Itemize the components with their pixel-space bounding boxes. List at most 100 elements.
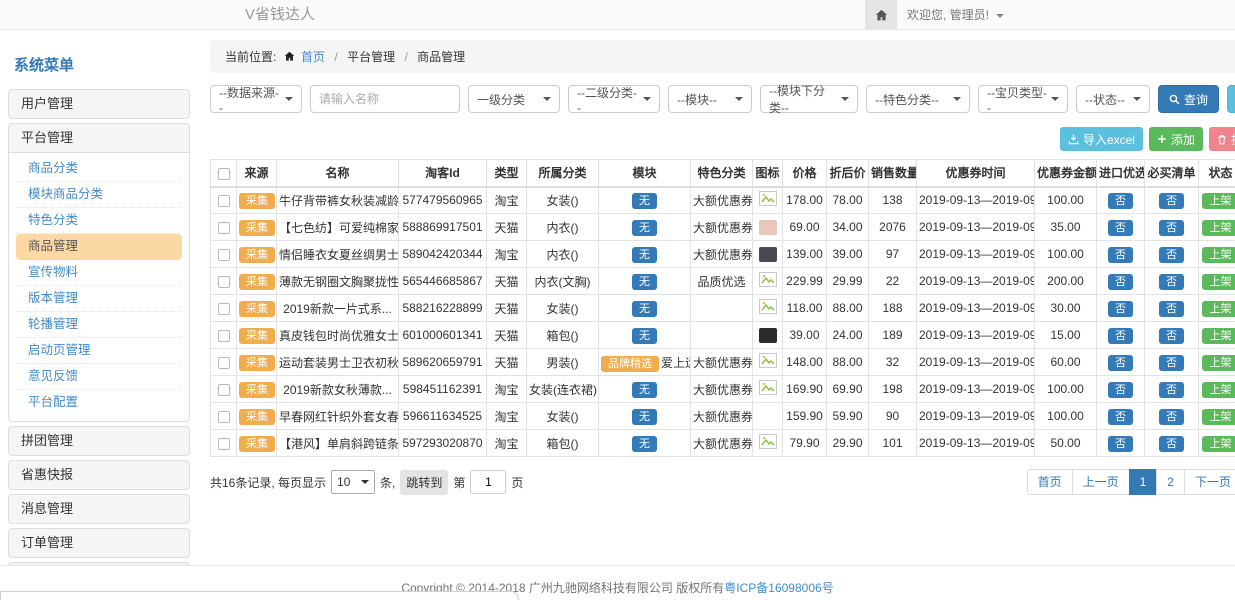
home-button[interactable] — [865, 0, 897, 30]
unit-text: 条, — [380, 474, 395, 491]
row-checkbox[interactable] — [218, 276, 230, 288]
discount-price-cell: 29.90 — [827, 430, 869, 457]
status-on-badge[interactable]: 上架 — [1202, 247, 1235, 263]
import-no-badge[interactable]: 否 — [1108, 301, 1133, 317]
must-buy-no-badge[interactable]: 否 — [1159, 409, 1184, 425]
page-button[interactable]: 1 — [1129, 469, 1158, 495]
chevron-down-icon — [361, 480, 369, 484]
user-menu[interactable]: 欢迎您, 管理员! — [907, 0, 1004, 30]
page-number-input[interactable] — [470, 470, 506, 494]
filter-select[interactable]: --宝贝类型-- — [978, 85, 1068, 113]
icon-cell — [753, 403, 783, 430]
page-button[interactable]: 2 — [1156, 469, 1185, 495]
sidebar-section-5[interactable]: 消息管理 — [8, 494, 190, 524]
select-all-checkbox[interactable] — [218, 168, 230, 180]
batch-delete-button[interactable]: 批量删除 — [1209, 127, 1235, 151]
import-excel-button[interactable]: 导入excel — [1060, 127, 1143, 151]
status-on-badge[interactable]: 上架 — [1202, 274, 1235, 290]
page-button[interactable]: 上一页 — [1072, 469, 1130, 495]
status-on-badge[interactable]: 上架 — [1202, 193, 1235, 209]
must-buy-no-badge[interactable]: 否 — [1159, 355, 1184, 371]
row-checkbox[interactable] — [218, 330, 230, 342]
must-buy-no-badge[interactable]: 否 — [1159, 193, 1184, 209]
sidebar-section-6[interactable]: 订单管理 — [8, 528, 190, 558]
status-on-badge[interactable]: 上架 — [1202, 409, 1235, 425]
page-button[interactable]: 下一页 — [1184, 469, 1235, 495]
row-checkbox[interactable] — [218, 195, 230, 207]
must-buy-no-badge[interactable]: 否 — [1159, 274, 1184, 290]
import-no-badge[interactable]: 否 — [1108, 328, 1133, 344]
sidebar-item[interactable]: 宣传物料 — [16, 260, 182, 286]
sidebar-item[interactable]: 特色分类 — [16, 208, 182, 234]
filter-select[interactable]: --二级分类-- — [568, 85, 660, 113]
status-cell: 上架 — [1199, 241, 1235, 268]
jump-button[interactable]: 跳转到 — [400, 470, 448, 495]
sidebar-item[interactable]: 商品管理 — [16, 234, 182, 260]
sidebar-item[interactable]: 意见反馈 — [16, 364, 182, 390]
sidebar-section-3[interactable]: 拼团管理 — [8, 426, 190, 456]
special-category-cell — [691, 322, 753, 349]
sales-cell: 101 — [869, 430, 917, 457]
import-no-badge[interactable]: 否 — [1108, 355, 1133, 371]
must-buy-no-badge[interactable]: 否 — [1159, 301, 1184, 317]
sidebar-item[interactable]: 平台配置 — [16, 390, 182, 416]
module-extra-text: 爱上运动 — [661, 356, 691, 370]
row-checkbox[interactable] — [218, 357, 230, 369]
per-page-select[interactable]: 10 — [331, 470, 375, 494]
import-no-badge[interactable]: 否 — [1108, 436, 1133, 452]
row-checkbox[interactable] — [218, 411, 230, 423]
status-on-badge[interactable]: 上架 — [1202, 301, 1235, 317]
row-checkbox[interactable] — [218, 438, 230, 450]
row-checkbox[interactable] — [218, 384, 230, 396]
sidebar-section-4[interactable]: 省惠快报 — [8, 460, 190, 490]
sidebar-item[interactable]: 启动页管理 — [16, 338, 182, 364]
must-buy-no-badge[interactable]: 否 — [1159, 382, 1184, 398]
row-checkbox[interactable] — [218, 303, 230, 315]
filter-select[interactable]: 一级分类 — [468, 85, 560, 113]
source-cell: 采集 — [237, 268, 277, 295]
import-no-badge[interactable]: 否 — [1108, 409, 1133, 425]
import-no-badge[interactable]: 否 — [1108, 220, 1133, 236]
sidebar-item[interactable]: 轮播管理 — [16, 312, 182, 338]
source-badge: 采集 — [239, 355, 275, 371]
filter-select[interactable]: --模块下分类-- — [760, 85, 858, 113]
coupon-amount-cell: 100.00 — [1035, 187, 1097, 214]
filter-select[interactable]: --数据来源-- — [210, 85, 302, 113]
name-search-input[interactable] — [310, 85, 460, 113]
sidebar-section-2[interactable]: 平台管理 — [8, 123, 190, 153]
import-no-badge[interactable]: 否 — [1108, 193, 1133, 209]
status-on-badge[interactable]: 上架 — [1202, 436, 1235, 452]
must-buy-no-badge[interactable]: 否 — [1159, 436, 1184, 452]
must-buy-no-badge[interactable]: 否 — [1159, 220, 1184, 236]
status-on-badge[interactable]: 上架 — [1202, 355, 1235, 371]
sidebar-item[interactable]: 版本管理 — [16, 286, 182, 312]
reset-button[interactable]: 重置 — [1227, 85, 1235, 113]
import-no-badge[interactable]: 否 — [1108, 274, 1133, 290]
sidebar-item[interactable]: 商品分类 — [16, 156, 182, 182]
coupon-time-cell: 2019-09-13—2019-09-17 — [917, 376, 1035, 403]
status-on-badge[interactable]: 上架 — [1202, 382, 1235, 398]
add-button[interactable]: 添加 — [1149, 127, 1203, 151]
must-buy-no-badge[interactable]: 否 — [1159, 328, 1184, 344]
page-button[interactable]: 首页 — [1027, 469, 1073, 495]
icp-link[interactable]: 粤ICP备16098006号 — [724, 581, 833, 595]
filter-select[interactable]: --状态-- — [1076, 85, 1150, 113]
broken-image-icon — [759, 191, 777, 206]
status-on-badge[interactable]: 上架 — [1202, 328, 1235, 344]
import-no-badge[interactable]: 否 — [1108, 382, 1133, 398]
row-checkbox[interactable] — [218, 222, 230, 234]
filter-select-label: --模块-- — [677, 91, 717, 108]
search-button[interactable]: 查询 — [1158, 85, 1219, 113]
sidebar-section-1[interactable]: 用户管理 — [8, 89, 190, 119]
source-cell: 采集 — [237, 376, 277, 403]
must-buy-no-badge[interactable]: 否 — [1159, 247, 1184, 263]
sidebar-item[interactable]: 模块商品分类 — [16, 182, 182, 208]
breadcrumb-home-link[interactable]: 首页 — [301, 50, 325, 64]
import-no-badge[interactable]: 否 — [1108, 247, 1133, 263]
filter-select[interactable]: --模块-- — [668, 85, 752, 113]
filter-select[interactable]: --特色分类-- — [866, 85, 970, 113]
status-on-badge[interactable]: 上架 — [1202, 220, 1235, 236]
row-checkbox[interactable] — [218, 249, 230, 261]
module-cell: 无 — [599, 322, 691, 349]
taoke-id-cell: 596611634525 — [399, 403, 487, 430]
